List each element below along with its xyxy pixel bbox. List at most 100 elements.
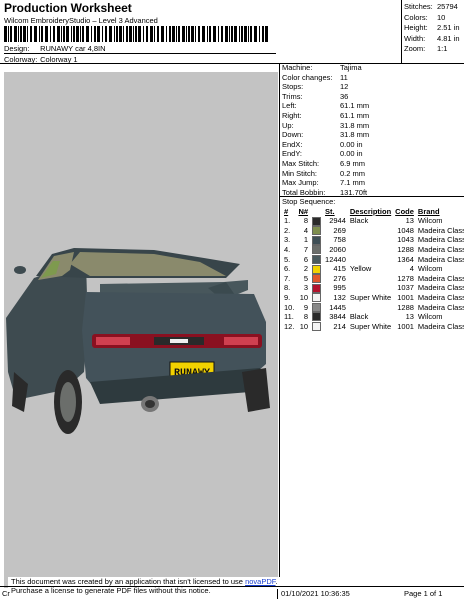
stop-cell: 1037 [397, 283, 414, 293]
stop-cell: 1001 [397, 321, 414, 331]
barcode-bar [248, 26, 249, 42]
barcode-bar [50, 26, 51, 42]
barcode-bar [63, 26, 65, 42]
color-swatch-cell [310, 293, 323, 303]
stat-row: Height: 2.51 in [404, 23, 460, 34]
stop-cell: 12440 [325, 254, 346, 264]
stop-cell: 13 [405, 216, 414, 226]
stat-value: 10 [437, 12, 446, 22]
barcode-bar [82, 26, 84, 42]
stop-header-cell: N# [298, 207, 309, 216]
stop-cell: Madeira Classic 40 [417, 293, 464, 303]
info-label: Min Stitch: [282, 168, 318, 178]
info-value: 0.00 in [340, 139, 363, 149]
info-row: Max Stitch: 6.9 mm [282, 159, 369, 169]
stop-cell: 1278 [397, 273, 414, 283]
stop-cell: 1445 [329, 302, 346, 312]
stat-row: Stitches: 25794 [404, 2, 460, 13]
barcode-bar [202, 26, 205, 42]
barcode-bar [157, 26, 159, 42]
novapdf-link[interactable]: novaPDF [245, 577, 275, 586]
barcode-bar [234, 26, 237, 42]
stat-label: Width: [404, 33, 426, 43]
stop-cell: 1 [303, 235, 309, 245]
stop-row: 1. 8 2944 Black 13 Wilcom [282, 216, 464, 226]
info-value: 31.8 mm [340, 130, 370, 140]
barcode-bar [150, 26, 153, 42]
barcode-bar [57, 26, 60, 42]
stop-cell: 1288 [397, 245, 414, 255]
color-swatch [312, 245, 322, 255]
barcode [4, 26, 268, 42]
info-value: 11 [340, 72, 348, 82]
info-label: Max Stitch: [282, 158, 320, 168]
info-value: 0.00 in [340, 149, 363, 159]
stop-cell: 1001 [397, 293, 414, 303]
stop-cell: 995 [333, 283, 346, 293]
barcode-bar [73, 26, 75, 42]
stat-value: 25794 [437, 2, 458, 11]
stop-cell: 9 [303, 302, 309, 312]
barcode-bar [30, 26, 32, 42]
stop-cell: 13 [405, 312, 414, 322]
barcode-bar [259, 26, 260, 42]
info-label: Color changes: [282, 72, 333, 82]
barcode-bar [161, 26, 164, 42]
stop-cell: 8 [303, 216, 309, 226]
barcode-bar [8, 26, 9, 42]
barcode-bar [138, 26, 141, 42]
stop-cell: Black [349, 312, 369, 322]
barcode-bar [154, 26, 155, 42]
color-swatch-cell [310, 235, 323, 245]
stop-cell: 11. [284, 312, 294, 322]
stop-cell: 3 [303, 283, 309, 293]
notice-text: This document was created by an applicat… [11, 577, 246, 586]
barcode-bar [176, 26, 177, 42]
stat-label: Stitches: [404, 2, 433, 11]
barcode-bar [53, 26, 55, 42]
stop-cell: 10 [299, 321, 309, 331]
footer-divider [0, 586, 464, 587]
info-label: Left: [282, 101, 297, 111]
barcode-bar [18, 26, 19, 42]
stop-cell: 2944 [329, 216, 346, 226]
color-swatch [312, 322, 322, 332]
barcode-bar [66, 26, 69, 42]
stop-cell: 214 [333, 321, 346, 331]
info-value: 61.1 mm [340, 110, 370, 120]
stop-cell: 276 [333, 273, 346, 283]
barcode-bar [146, 26, 148, 42]
stop-row: 2. 4 269 1048Madeira Classic 40 [282, 226, 464, 236]
color-swatch [312, 264, 322, 274]
color-swatch [312, 283, 322, 293]
stat-row: Colors: 10 [404, 13, 460, 24]
barcode-bar [116, 26, 118, 42]
stop-cell: 10. [284, 302, 295, 312]
stop-cell: 2. [284, 225, 291, 235]
barcode-bar [133, 26, 134, 42]
barcode-bar [241, 26, 243, 42]
barcode-bar [14, 26, 17, 42]
stop-cell: Wilcom [417, 216, 443, 226]
color-swatch-cell [310, 302, 323, 312]
barcode-bar [71, 26, 72, 42]
stop-header-cell: St. [325, 207, 335, 216]
info-label: Trims: [282, 91, 303, 101]
color-swatch [312, 216, 322, 226]
barcode-bar [76, 26, 79, 42]
color-swatch [312, 254, 322, 264]
stop-cell: Super White [349, 293, 392, 303]
barcode-bar [182, 26, 185, 42]
barcode-bar [218, 26, 219, 42]
stop-cell: Madeira Classic 40 [417, 283, 464, 293]
stop-row: 6. 2 415 Yellow 4 Wilcom [282, 264, 464, 274]
info-label: Stops: [282, 82, 304, 92]
stop-cell: 758 [333, 235, 346, 245]
stop-row: 11. 8 3844 Black 13 Wilcom [282, 312, 464, 322]
info-row: EndX: 0.00 in [282, 140, 369, 150]
barcode-bar [254, 26, 257, 42]
barcode-bar [45, 26, 48, 42]
color-swatch-cell [310, 254, 323, 264]
barcode-bar [61, 26, 62, 42]
stat-label: Colors: [404, 12, 428, 22]
